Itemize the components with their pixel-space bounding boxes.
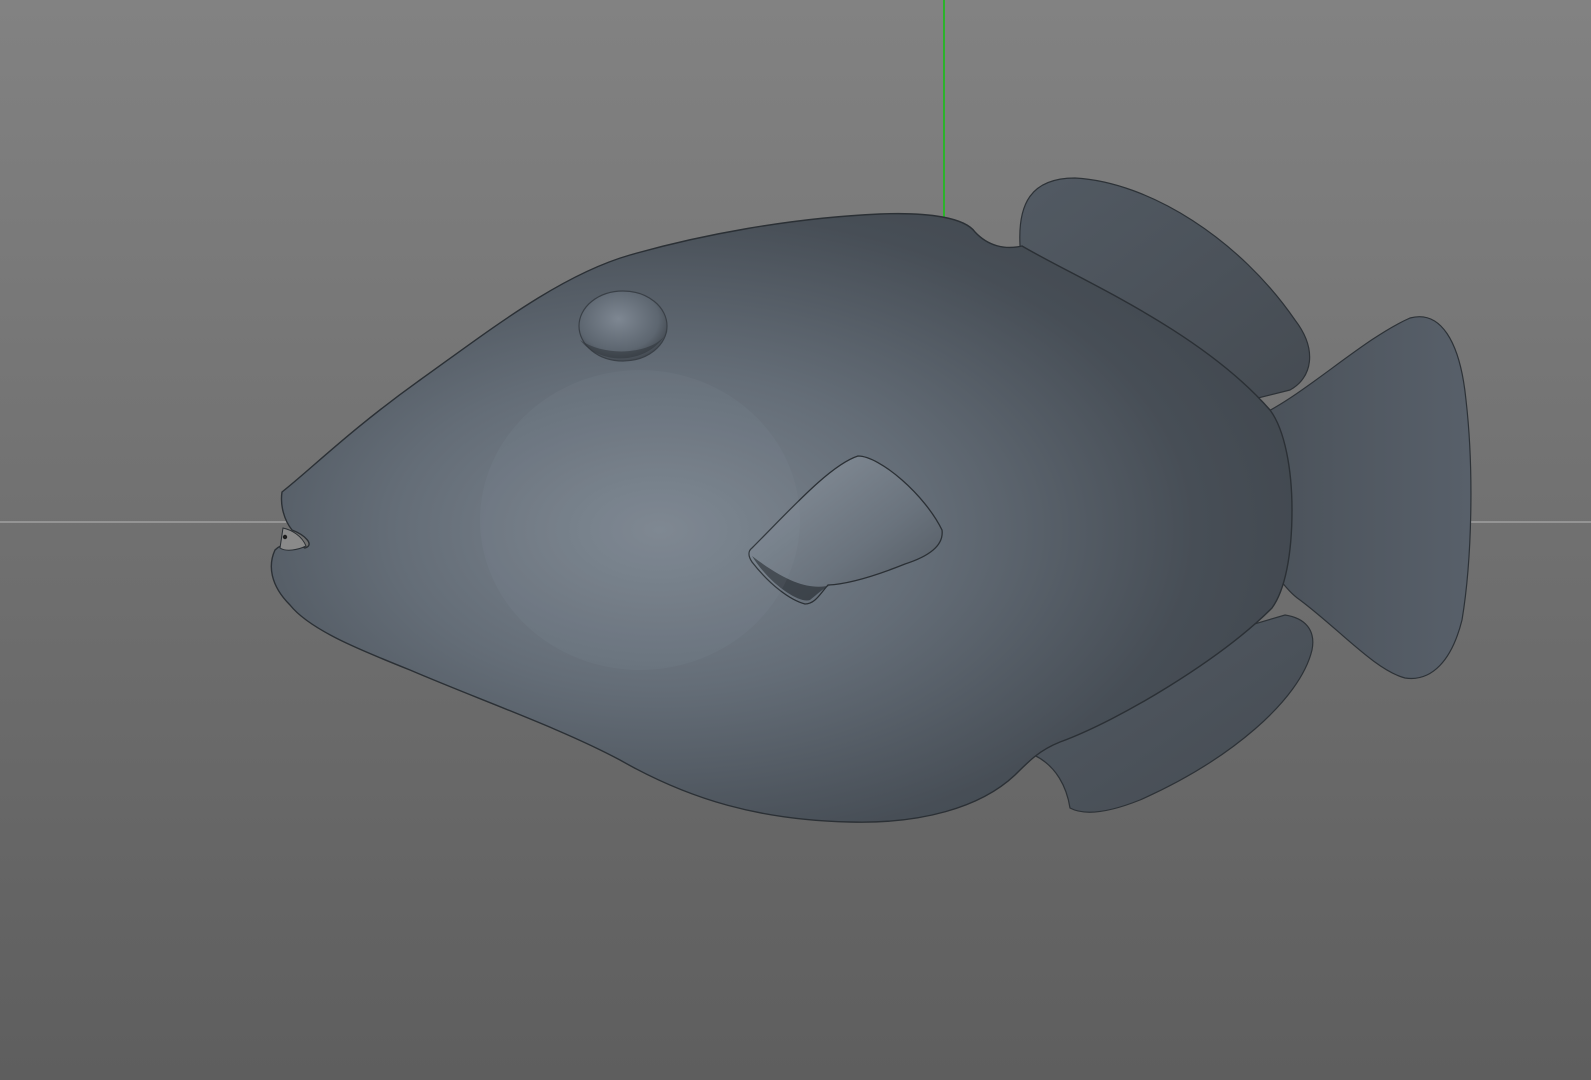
mouth-dot <box>282 534 288 540</box>
body-highlight <box>480 370 800 670</box>
3d-viewport[interactable] <box>0 0 1591 1080</box>
viewport-scene <box>0 0 1591 1080</box>
